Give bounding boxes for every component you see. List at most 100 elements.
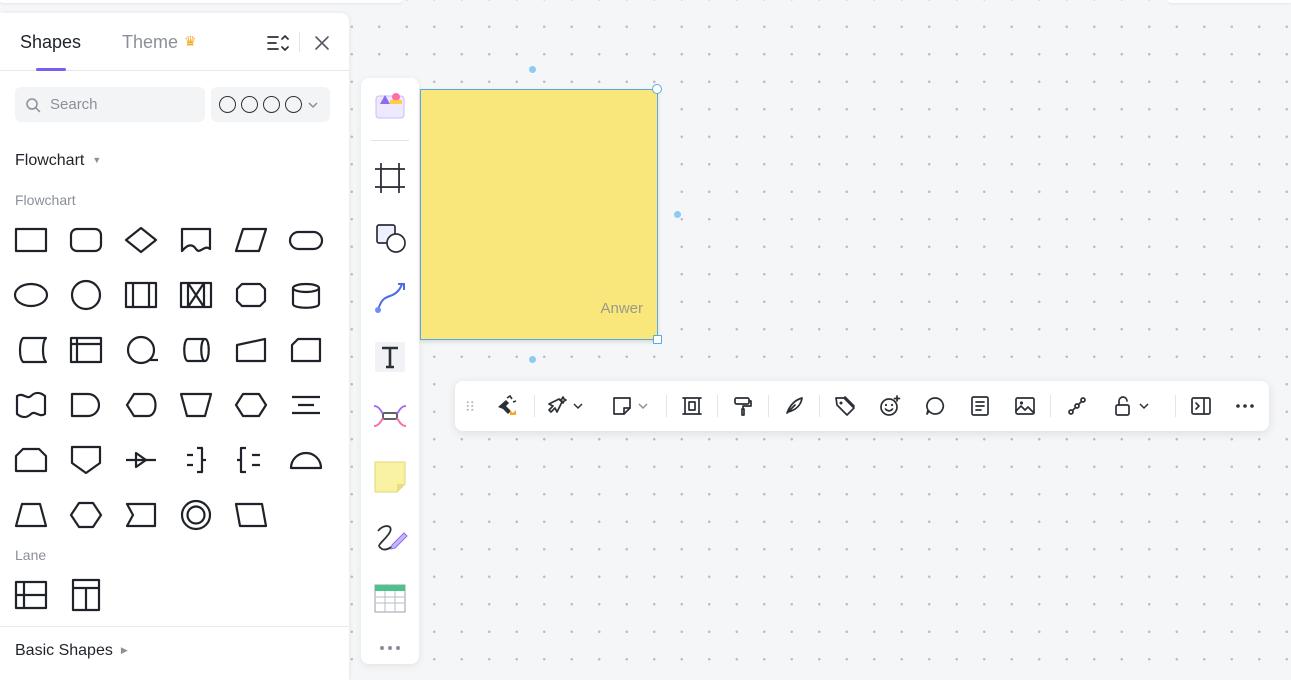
skewed-box-icon [234,502,268,528]
search-field[interactable] [15,87,205,122]
stored-data-icon [18,336,48,364]
shape-off-page-reference[interactable] [63,437,109,483]
spacing-icon[interactable] [680,392,704,420]
shape-preparation[interactable] [228,272,274,318]
sticky-shape-icon[interactable] [610,392,649,420]
pen-icon[interactable] [370,517,410,557]
shape-vertical-lane[interactable] [63,572,109,618]
shape-half-circle[interactable] [283,437,329,483]
data-icon [234,227,268,253]
more-icon[interactable] [370,628,410,668]
templates-icon[interactable] [370,84,410,124]
shape-internal-storage[interactable] [63,327,109,373]
shape-direct-data[interactable] [173,327,219,373]
panel-divider [0,626,349,627]
shape-trapezoid[interactable] [8,492,54,538]
comment-icon[interactable] [923,392,947,420]
image-icon[interactable] [1013,392,1037,420]
search-icon [26,97,41,112]
shape-sequential-data[interactable] [118,327,164,373]
list-sort-icon[interactable] [265,31,289,55]
note-icon[interactable] [968,392,992,420]
mindmap-icon[interactable] [370,396,410,436]
connection-point-bottom[interactable] [529,356,536,363]
shape-circle[interactable] [63,272,109,318]
shape-icon[interactable] [370,218,410,258]
shape-terminator[interactable] [283,217,329,263]
shape-stored-data[interactable] [8,327,54,373]
shape-document[interactable] [173,217,219,263]
shape-double-circle[interactable] [173,492,219,538]
ellipse-icon [13,282,49,308]
panel-tab-bar: Shapes Theme ♛ [0,13,349,71]
connection-point-top[interactable] [529,66,536,73]
frame-icon[interactable] [370,158,410,198]
shape-bracket-left[interactable] [228,437,274,483]
shape-skewed-box[interactable] [228,492,274,538]
selection-toolbar [455,381,1269,431]
lock-icon[interactable] [1111,392,1150,420]
shape-multiple-predefined[interactable] [173,272,219,318]
shape-data[interactable] [228,217,274,263]
section-basic-shapes[interactable]: Basic Shapes ▶ [15,642,128,660]
search-input[interactable] [50,96,190,113]
connection-point-right[interactable] [674,211,681,218]
merge-arrow-icon [126,451,156,469]
text-icon[interactable] [370,337,410,377]
off-page-reference-icon [70,445,102,475]
predefined-process-icon [124,281,158,309]
shape-delay[interactable] [63,382,109,428]
shape-horizontal-lane[interactable] [8,572,54,618]
shape-manual-operation[interactable] [173,382,219,428]
tab-theme[interactable]: Theme ♛ [122,32,197,53]
shape-notched-shape[interactable] [118,492,164,538]
ai-magic-icon[interactable] [495,392,519,420]
section-flowchart[interactable]: Flowchart ▼ [15,152,101,170]
shape-card[interactable] [283,327,329,373]
shape-ellipse[interactable] [8,272,54,318]
resize-handle-top-right[interactable] [652,84,662,94]
quick-style-icon[interactable] [545,392,584,420]
sticky-note[interactable]: Anwer [420,89,658,340]
shape-style-dropdown[interactable] [211,87,330,122]
shape-annotation-lines[interactable] [283,382,329,428]
drag-handle-icon[interactable] [461,392,479,420]
preparation-icon [235,282,267,308]
shape-manual-input[interactable] [228,327,274,373]
emoji-icon[interactable] [878,392,902,420]
sticky-note-icon[interactable] [370,457,410,497]
punched-tape-icon [15,391,47,419]
multiple-predefined-icon [179,281,213,309]
card-icon [290,337,322,363]
shape-rounded-rectangle[interactable] [63,217,109,263]
close-icon[interactable] [310,31,334,55]
tab-shapes[interactable]: Shapes [20,32,81,53]
shape-predefined-process[interactable] [118,272,164,318]
shape-display[interactable] [118,382,164,428]
pen-annotate-icon[interactable] [782,392,806,420]
shape-bracket-right[interactable] [173,437,219,483]
connector-icon[interactable] [370,277,410,317]
more-options-icon[interactable] [1233,392,1257,420]
document-icon [180,227,212,253]
section-basic-shapes-label: Basic Shapes [15,642,113,659]
decision-icon [124,226,158,254]
connect-icon[interactable] [1065,392,1089,420]
table-icon[interactable] [370,578,410,618]
shape-punched-tape[interactable] [8,382,54,428]
shape-merge-arrow[interactable] [118,437,164,483]
shapes-panel: Shapes Theme♛ Flowchart▼ Flowchart Lane … [0,13,349,680]
shape-process[interactable] [8,217,54,263]
tag-icon[interactable] [833,392,857,420]
toolbar-separator [717,395,718,417]
presenter-icon[interactable] [1189,392,1213,420]
shape-decision[interactable] [118,217,164,263]
resize-handle-bottom-right[interactable] [653,335,662,344]
sticky-note-text[interactable]: Anwer [600,300,643,317]
shape-hexagon[interactable] [228,382,274,428]
shape-loop-limit[interactable] [8,437,54,483]
format-painter-icon[interactable] [731,392,755,420]
shape-octagon[interactable] [63,492,109,538]
header-separator [299,32,300,52]
shape-database[interactable] [283,272,329,318]
